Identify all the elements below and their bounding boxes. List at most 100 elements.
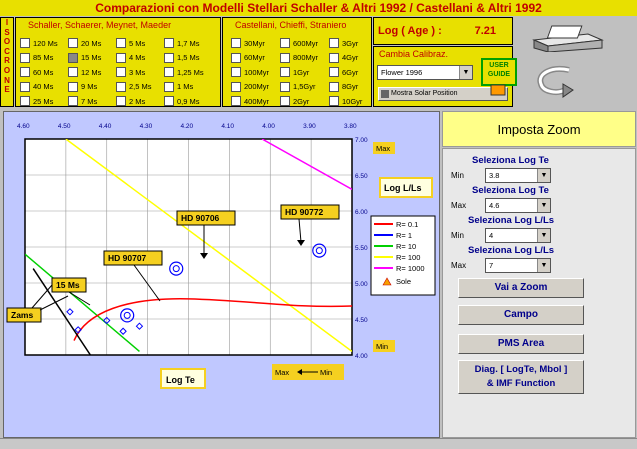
- printer-icon[interactable]: [528, 20, 608, 52]
- castellani-checkbox[interactable]: 800Myr: [280, 52, 318, 63]
- checkbox-box[interactable]: [231, 67, 241, 77]
- castellani-checkbox[interactable]: 1,5Gyr: [280, 81, 316, 92]
- castellani-checkbox[interactable]: 200Myr: [231, 81, 269, 92]
- checkbox-box[interactable]: [164, 67, 174, 77]
- logl-max-select[interactable]: 7 ▼: [485, 258, 551, 273]
- checkbox-box[interactable]: [20, 96, 30, 106]
- castellani-checkbox[interactable]: 10Gyr: [329, 96, 362, 106]
- schaller-checkbox[interactable]: 25 Ms: [20, 96, 53, 106]
- castellani-checkbox[interactable]: 6Gyr: [329, 67, 358, 77]
- schaller-checkbox[interactable]: 12 Ms: [68, 67, 101, 77]
- chevron-down-icon[interactable]: ▼: [537, 259, 550, 272]
- schaller-checkbox[interactable]: 15 Ms: [68, 52, 101, 63]
- checkbox-box[interactable]: [231, 81, 241, 92]
- diag-logte-mbol-button[interactable]: Diag. [ LogTe, Mbol ] & IMF Function: [458, 360, 584, 394]
- hr-diagram-chart[interactable]: 4.60 4.50 4.40 4.30 4.20 4.10 4.00 3.90 3.80 7.00…: [4, 112, 441, 439]
- checkbox-box[interactable]: [116, 67, 126, 77]
- castellani-checkbox[interactable]: 100Myr: [231, 67, 269, 77]
- checkbox-box[interactable]: [68, 81, 78, 92]
- checkbox-box[interactable]: [116, 38, 126, 48]
- checkbox-box[interactable]: [68, 52, 78, 63]
- checkbox-box[interactable]: [280, 96, 290, 106]
- schaller-checkbox[interactable]: 1,5 Ms: [164, 52, 200, 63]
- castellani-checkbox[interactable]: 60Myr: [231, 52, 265, 63]
- return-arrow-icon[interactable]: [531, 62, 576, 100]
- checkbox-box[interactable]: [329, 38, 339, 48]
- schaller-checkbox[interactable]: 20 Ms: [68, 38, 101, 48]
- schaller-checkbox[interactable]: 60 Ms: [20, 67, 53, 77]
- schaller-checkbox[interactable]: 2,5 Ms: [116, 81, 152, 92]
- x-tick-label: 4.10: [221, 123, 234, 130]
- logl-axis-button: Log L/Ls: [384, 183, 422, 193]
- chevron-down-icon[interactable]: ▼: [537, 229, 550, 242]
- checkbox-box[interactable]: [68, 67, 78, 77]
- checkbox-box[interactable]: [280, 81, 290, 92]
- checkbox-box[interactable]: [68, 38, 78, 48]
- checkbox-box[interactable]: [231, 38, 241, 48]
- vai-a-zoom-button[interactable]: Vai a Zoom: [458, 278, 584, 298]
- castellani-checkbox[interactable]: 400Myr: [231, 96, 269, 106]
- legend-label: R= 100: [396, 253, 420, 262]
- chevron-down-icon[interactable]: ▼: [537, 169, 550, 182]
- checkbox-box[interactable]: [20, 38, 30, 48]
- checkbox-box[interactable]: [20, 52, 30, 63]
- checkbox-box[interactable]: [329, 81, 339, 92]
- checkbox-box[interactable]: [280, 38, 290, 48]
- checkbox-box[interactable]: [20, 67, 30, 77]
- status-bar: [0, 438, 637, 449]
- castellani-checkbox[interactable]: 4Gyr: [329, 52, 358, 63]
- schaller-checkbox[interactable]: 0,9 Ms: [164, 96, 200, 106]
- checkbox-box[interactable]: [164, 52, 174, 63]
- castellani-checkbox[interactable]: 2Gyr: [280, 96, 309, 106]
- checkbox-label: 60Myr: [244, 53, 265, 62]
- castellani-checkbox[interactable]: 600Myr: [280, 38, 318, 48]
- logl-min-select[interactable]: 4 ▼: [485, 228, 551, 243]
- checkbox-box[interactable]: [116, 96, 126, 106]
- schaller-checkbox[interactable]: 9 Ms: [68, 81, 97, 92]
- user-guide-button[interactable]: USER GUIDE: [481, 58, 519, 98]
- checkbox-box[interactable]: [164, 38, 174, 48]
- checkbox-box[interactable]: [231, 52, 241, 63]
- castellani-checkbox[interactable]: 30Myr: [231, 38, 265, 48]
- checkbox-box[interactable]: [329, 96, 339, 106]
- checkbox-box[interactable]: [68, 96, 78, 106]
- star-label-hd90706: HD 90706: [181, 213, 220, 223]
- schaller-checkbox[interactable]: 5 Ms: [116, 38, 145, 48]
- calibration-select[interactable]: Flower 1996 ▼: [377, 65, 473, 80]
- schaller-checkbox[interactable]: 3 Ms: [116, 67, 145, 77]
- checkbox-label: 100Myr: [244, 67, 270, 77]
- castellani-checkbox[interactable]: 1Gyr: [280, 67, 309, 77]
- isocrone-letter: I: [5, 18, 9, 27]
- checkbox-box[interactable]: [164, 96, 174, 106]
- chevron-down-icon[interactable]: ▼: [537, 199, 550, 212]
- isocrone-letter: C: [4, 46, 10, 56]
- castellani-checkbox[interactable]: 8Gyr: [329, 81, 358, 92]
- schaller-checkbox[interactable]: 1,7 Ms: [164, 38, 200, 48]
- schaller-checkbox[interactable]: 2 Ms: [116, 96, 145, 106]
- checkbox-box[interactable]: [116, 52, 126, 63]
- checkbox-box[interactable]: [164, 81, 174, 92]
- checkbox-box[interactable]: [329, 52, 339, 63]
- y-tick-label: 5.00: [355, 281, 368, 288]
- checkbox-box[interactable]: [280, 67, 290, 77]
- castellani-checkbox[interactable]: 3Gyr: [329, 38, 358, 48]
- schaller-checkbox[interactable]: 1,25 Ms: [164, 67, 204, 77]
- pms-area-button[interactable]: PMS Area: [458, 334, 584, 354]
- campo-button[interactable]: Campo: [458, 305, 584, 325]
- checkbox-box[interactable]: [329, 67, 339, 77]
- checkbox-box[interactable]: [20, 81, 30, 92]
- schaller-checkbox[interactable]: 85 Ms: [20, 52, 53, 63]
- schaller-checkbox[interactable]: 1 Ms: [164, 81, 193, 92]
- logte-max-select[interactable]: 4.6 ▼: [485, 198, 551, 213]
- schaller-checkbox[interactable]: 4 Ms: [116, 52, 145, 63]
- schaller-checkbox[interactable]: 40 Ms: [20, 81, 53, 92]
- chevron-down-icon[interactable]: ▼: [459, 66, 472, 79]
- schaller-checkbox[interactable]: 120 Ms: [20, 38, 58, 48]
- y-tick-label: 4.50: [355, 317, 368, 324]
- x-tick-label: 4.40: [99, 123, 112, 130]
- checkbox-box[interactable]: [280, 52, 290, 63]
- logte-min-select[interactable]: 3.8 ▼: [485, 168, 551, 183]
- checkbox-box[interactable]: [116, 81, 126, 92]
- checkbox-box[interactable]: [231, 96, 241, 106]
- schaller-checkbox[interactable]: 7 Ms: [68, 96, 97, 106]
